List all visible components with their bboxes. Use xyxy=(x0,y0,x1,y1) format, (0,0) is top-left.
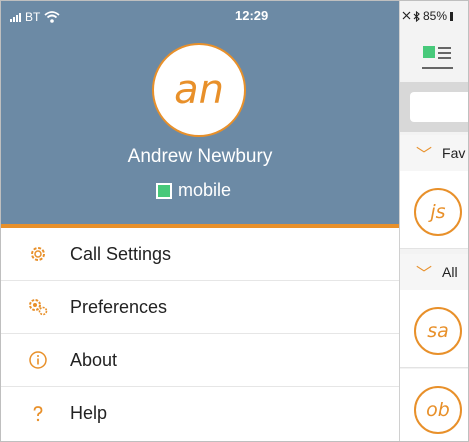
section-label: All xyxy=(442,264,458,280)
menu-item-about[interactable]: About xyxy=(1,334,399,387)
status-bar-left: BT xyxy=(10,10,60,24)
info-icon xyxy=(25,347,51,373)
list-view-icon[interactable] xyxy=(423,45,453,61)
contacts-panel-behind: 85% ﹀ Fav js ﹀ All sa ob xyxy=(399,1,468,441)
side-drawer: BT 12:29 an Andrew Newbury mobile Call S… xyxy=(1,1,399,441)
list-item[interactable]: sa xyxy=(400,290,468,368)
avatar: js xyxy=(414,188,462,236)
presence-status[interactable]: mobile xyxy=(156,180,231,201)
battery-icon xyxy=(450,11,454,21)
gear-icon xyxy=(25,241,51,267)
menu-item-label: About xyxy=(70,349,118,370)
search-input[interactable] xyxy=(410,92,468,122)
profile-avatar[interactable]: an xyxy=(152,43,246,137)
section-all[interactable]: ﹀ All xyxy=(400,254,468,290)
gears-icon xyxy=(25,294,51,320)
chevron-down-icon: ﹀ xyxy=(416,266,433,283)
menu-item-label: Help xyxy=(70,403,108,423)
menu-item-call-settings[interactable]: Call Settings xyxy=(1,228,399,281)
search-bar xyxy=(400,82,468,132)
alarm-icon xyxy=(402,11,411,20)
avatar: sa xyxy=(414,307,462,355)
signal-icon xyxy=(10,12,21,22)
status-bar-right: 85% xyxy=(400,9,468,23)
menu-item-label: Preferences xyxy=(70,296,168,317)
presence-label: mobile xyxy=(178,180,232,200)
bluetooth-icon xyxy=(413,10,420,22)
contacts-top-bar: 85% xyxy=(400,1,468,79)
section-label: Fav xyxy=(442,145,466,161)
drawer-header: BT 12:29 an Andrew Newbury mobile xyxy=(1,1,399,228)
menu-item-label: Call Settings xyxy=(70,243,172,264)
carrier-name: BT xyxy=(25,10,41,24)
question-icon xyxy=(25,401,51,427)
presence-indicator xyxy=(156,182,172,199)
status-time: 12:29 xyxy=(235,8,269,23)
menu-item-preferences[interactable]: Preferences xyxy=(1,281,399,334)
app-screen: 85% ﹀ Fav js ﹀ All sa ob BT 12:29 an And… xyxy=(0,0,469,442)
profile-name: Andrew Newbury xyxy=(127,146,273,167)
avatar: ob xyxy=(414,386,462,434)
battery-percent: 85% xyxy=(423,9,448,23)
list-item[interactable]: ob xyxy=(400,369,468,441)
wifi-icon xyxy=(44,11,60,23)
section-favourites[interactable]: ﹀ Fav xyxy=(400,135,468,171)
menu-item-help[interactable]: Help xyxy=(1,387,399,440)
active-tab-indicator xyxy=(422,67,453,69)
drawer-menu: Call Settings Preferences About Help xyxy=(1,228,399,440)
list-item[interactable]: js xyxy=(400,171,468,249)
chevron-down-icon: ﹀ xyxy=(416,147,433,164)
